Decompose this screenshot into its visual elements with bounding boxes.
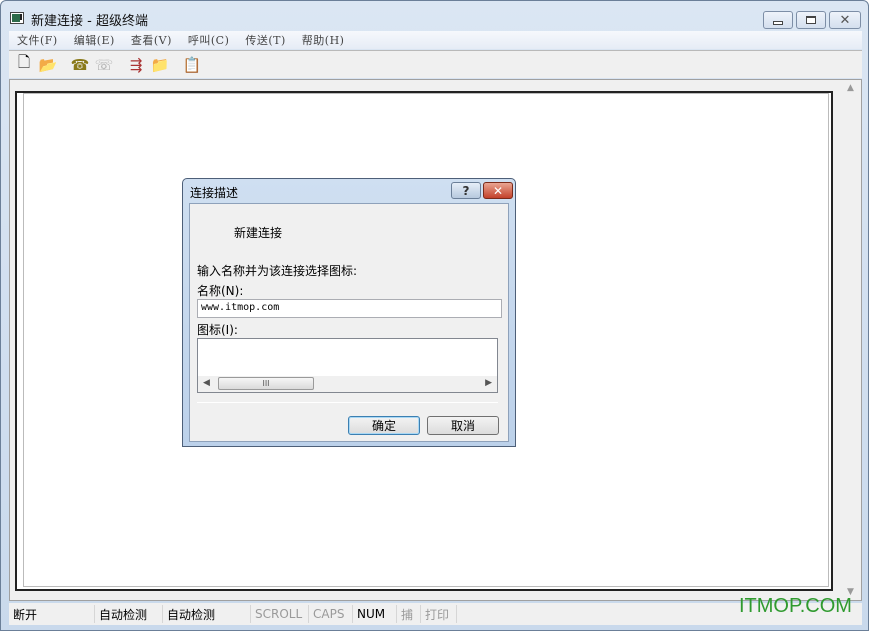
app-icon [10,12,24,24]
call-button[interactable]: ☎ [70,55,90,75]
properties-button[interactable]: 📋 [182,55,202,75]
status-print: 打印 [421,605,457,623]
icon-list[interactable]: ◀ III ▶ [197,338,498,393]
close-icon: ✕ [839,12,851,28]
dialog-title: 连接描述 [190,186,239,200]
new-button[interactable]: 🗋 [14,53,34,75]
status-bar: 断开 自动检测 自动检测 SCROLL CAPS NUM 捕 打印 [9,603,862,625]
close-button[interactable]: ✕ [829,11,861,29]
dialog-body: 新建连接 输入名称并为该连接选择图标: 名称(N): www.itmop.com… [189,203,509,442]
name-label: 名称(N): [197,284,244,298]
receive-file-icon: 📁 [150,55,170,74]
toolbar: 🗋 📂 ☎ ☏ ⇶ 📁 📋 [9,50,862,78]
menu-view[interactable]: 查看(V) [123,32,180,48]
menu-call[interactable]: 呼叫(C) [180,32,238,48]
send-file-icon: ⇶ [129,55,143,74]
help-button[interactable]: ? [451,182,481,199]
menu-help[interactable]: 帮助(H) [294,32,353,48]
help-icon: ? [462,183,470,198]
scroll-left-icon[interactable]: ◀ [203,378,210,388]
dialog-prompt: 输入名称并为该连接选择图标: [197,264,358,278]
status-capture: 捕 [397,605,421,623]
minimize-button[interactable] [763,11,793,29]
status-scroll: SCROLL [251,605,309,623]
receive-button[interactable]: 📁 [150,55,170,75]
name-input[interactable]: www.itmop.com [197,299,502,318]
menu-edit[interactable]: 编辑(E) [66,32,123,48]
minimize-icon [773,20,783,25]
status-port-settings: 自动检测 [163,605,251,623]
connection-description-dialog: 连接描述 ? ✕ 新建连接 输入名称并为该连接选择图标: 名称(N): www.… [182,178,516,447]
dialog-heading: 新建连接 [234,226,283,240]
new-document-icon: 🗋 [17,53,31,71]
disconnect-icon: ☏ [94,55,114,74]
vertical-scrollbar[interactable]: ▲ ▼ [843,81,860,599]
maximize-button[interactable] [796,11,826,29]
cancel-button[interactable]: 取消 [427,416,499,435]
window-title: 新建连接 - 超级终端 [31,14,148,29]
title-bar[interactable]: 新建连接 - 超级终端 ✕ [1,1,868,31]
divider [197,402,498,403]
scroll-up-icon[interactable]: ▲ [847,83,854,93]
status-connection: 断开 [9,605,95,623]
menu-bar: 文件(F) 编辑(E) 查看(V) 呼叫(C) 传送(T) 帮助(H) [9,31,862,49]
open-folder-icon: 📂 [38,55,58,74]
disconnect-button[interactable]: ☏ [94,55,114,75]
scroll-thumb[interactable]: III [218,377,314,390]
scroll-right-icon[interactable]: ▶ [485,378,492,388]
close-icon: ✕ [492,183,504,198]
watermark: ITMOP.COM [739,595,852,617]
ok-button[interactable]: 确定 [348,416,420,435]
menu-file[interactable]: 文件(F) [9,32,66,48]
call-phone-icon: ☎ [70,55,90,74]
send-button[interactable]: ⇶ [126,55,146,75]
icon-label: 图标(I): [197,323,238,337]
menu-transfer[interactable]: 传送(T) [237,32,293,48]
dialog-close-button[interactable]: ✕ [483,182,513,199]
status-num: NUM [353,605,397,623]
maximize-icon [806,16,816,24]
properties-icon: 📋 [182,55,202,74]
status-caps: CAPS [309,605,353,623]
open-button[interactable]: 📂 [38,55,58,75]
status-emulation: 自动检测 [95,605,163,623]
horizontal-scrollbar[interactable]: ◀ III ▶ [198,376,497,392]
